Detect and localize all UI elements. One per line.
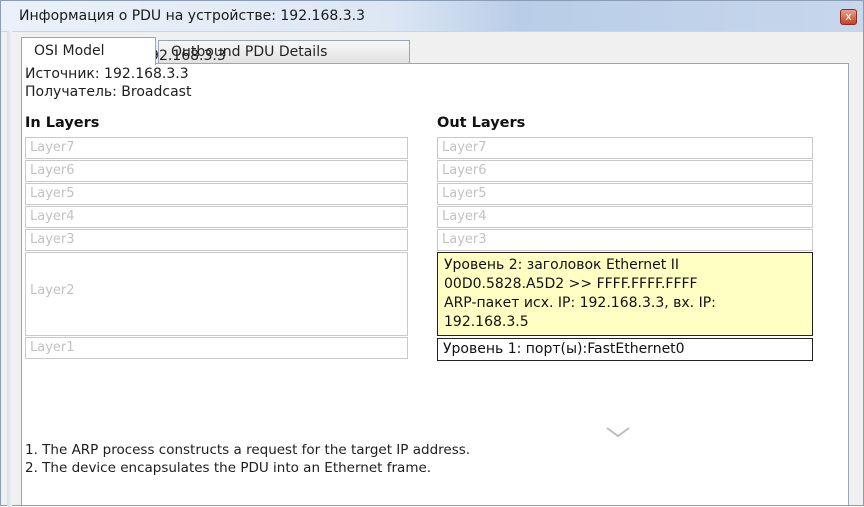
close-icon: x — [845, 10, 852, 23]
out-layer-2-line-3: ARP-пакет исх. IP: 192.168.3.3, вх. IP: — [444, 295, 716, 311]
pdu-info-window: Информация о PDU на устройстве: 192.168.… — [0, 0, 864, 507]
out-layer-1[interactable]: Уровень 1: порт(ы):FastEthernet0 — [437, 338, 813, 361]
in-layer-6[interactable]: Layer6 — [25, 160, 408, 182]
window-left-edge — [7, 31, 12, 507]
tab-osi-model[interactable]: OSI Model — [21, 37, 156, 65]
out-layer-2-line-4: 192.168.3.5 — [444, 314, 529, 330]
in-layer-4[interactable]: Layer4 — [25, 206, 408, 228]
step-2: 2. The device encapsulates the PDU into … — [25, 460, 432, 476]
window-title: Информация о PDU на устройстве: 192.168.… — [19, 8, 365, 24]
in-layer-2[interactable]: Layer2 — [25, 252, 408, 336]
step-1: 1. The ARP process constructs a request … — [25, 442, 471, 458]
out-layer-7[interactable]: Layer7 — [437, 137, 813, 159]
out-layer-2-line-2: 00D0.5828.A5D2 >> FFFF.FFFF.FFFF — [444, 276, 698, 292]
title-bar[interactable]: Информация о PDU на устройстве: 192.168.… — [1, 1, 863, 32]
in-layer-7[interactable]: Layer7 — [25, 137, 408, 159]
down-arrow-icon — [606, 427, 630, 438]
out-layer-2-line-1: Уровень 2: заголовок Ethernet II — [444, 257, 679, 273]
source-label: Источник: 192.168.3.3 — [25, 66, 189, 82]
steps-description: 1. The ARP process constructs a request … — [25, 441, 470, 477]
out-layer-5[interactable]: Layer5 — [437, 183, 813, 205]
out-layer-6[interactable]: Layer6 — [437, 160, 813, 182]
in-layers-heading: In Layers — [25, 115, 100, 131]
destination-label: Получатель: Broadcast — [25, 84, 192, 100]
out-layers-heading: Out Layers — [437, 115, 526, 131]
in-layer-3[interactable]: Layer3 — [25, 229, 408, 251]
in-layer-1[interactable]: Layer1 — [25, 337, 408, 359]
tab-bar: OSI Model Outbound PDU Details — [21, 37, 849, 65]
out-layer-4[interactable]: Layer4 — [437, 206, 813, 228]
out-layer-3[interactable]: Layer3 — [437, 229, 813, 251]
out-layer-2[interactable]: Уровень 2: заголовок Ethernet II 00D0.58… — [437, 252, 813, 336]
close-button[interactable]: x — [840, 9, 857, 25]
in-layer-5[interactable]: Layer5 — [25, 183, 408, 205]
